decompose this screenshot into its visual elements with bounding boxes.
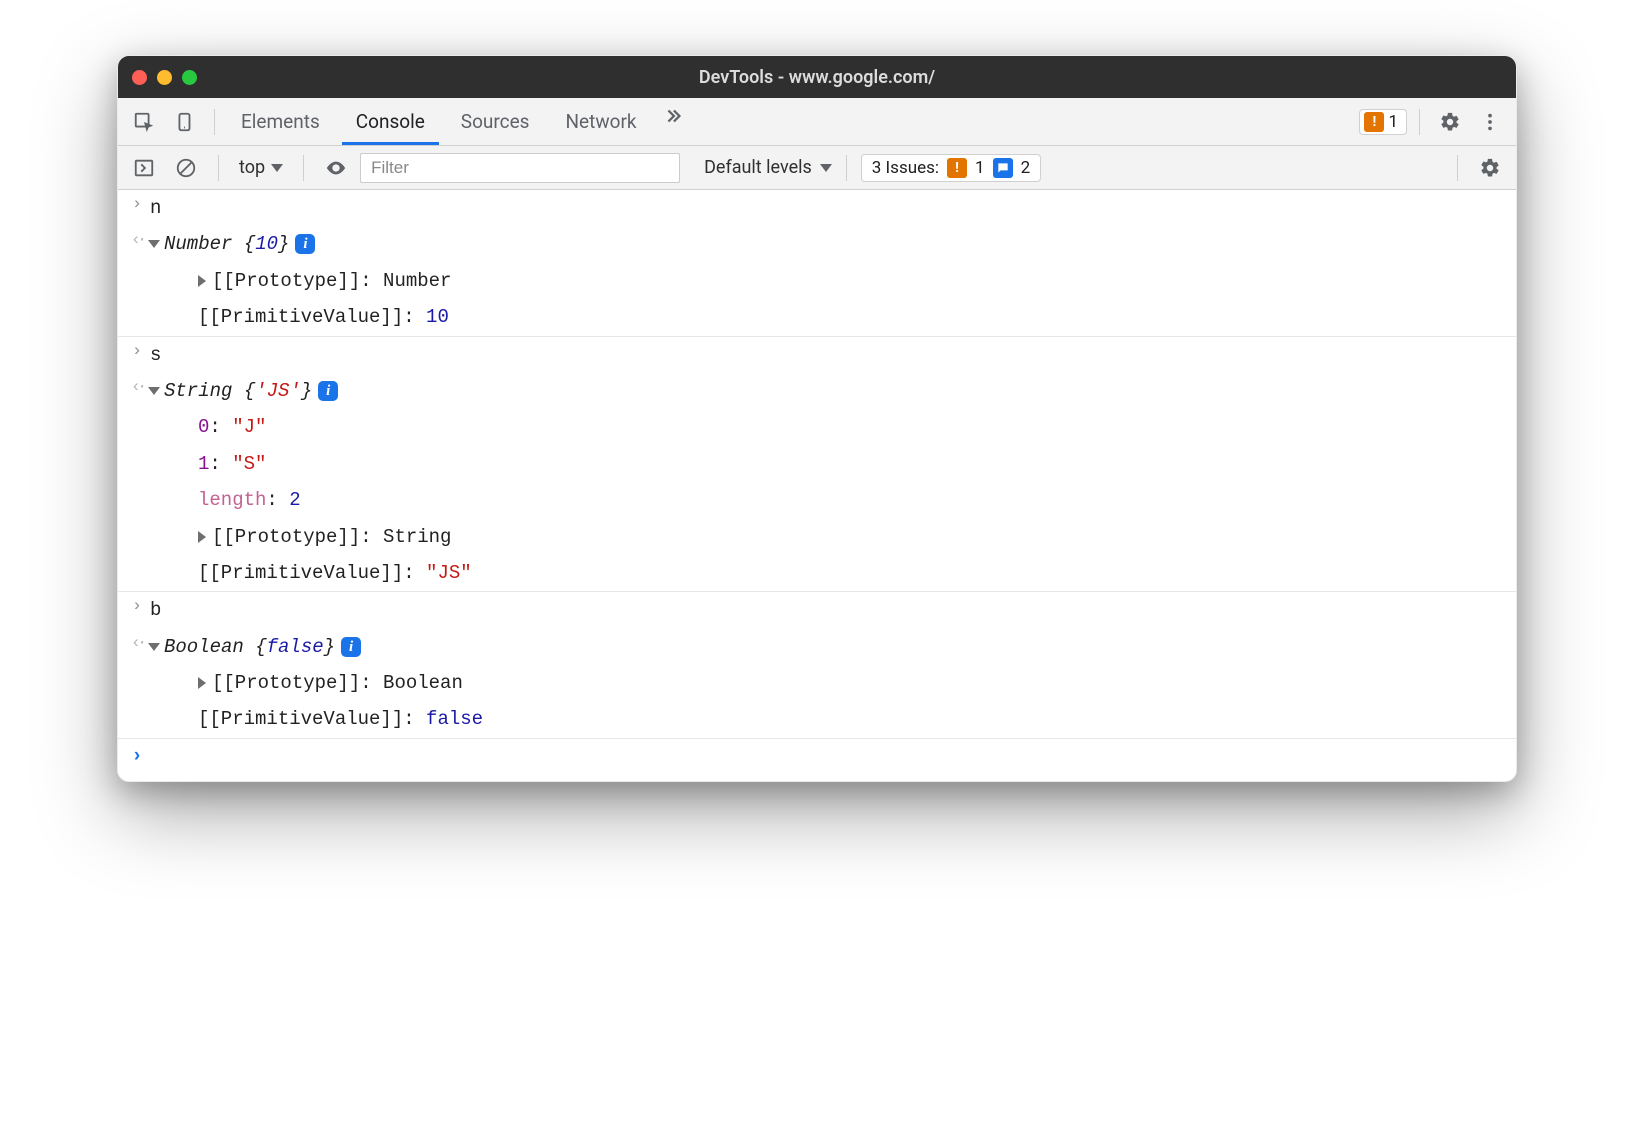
warning-icon: ! [947,158,967,178]
more-tabs-icon[interactable] [655,98,691,134]
disclosure-triangle-icon[interactable] [148,240,160,248]
object-summary[interactable]: Boolean {false}i [150,632,1516,662]
console-output[interactable]: nNumber {10}i[[Prototype]]: Number[[Prim… [118,190,1516,781]
tab-sources[interactable]: Sources [443,98,548,145]
info-badge-icon[interactable]: i [341,637,361,657]
close-window-button[interactable] [132,70,147,85]
issues-warn-count: 1 [975,158,985,178]
toggle-console-sidebar-icon[interactable] [126,150,162,186]
object-property-row[interactable]: [[Prototype]]: String [118,519,1516,555]
console-prompt[interactable]: › [118,739,1516,777]
console-group: sString {'JS'}i0: "J"1: "S"length: 2[[Pr… [118,337,1516,593]
console-output-row[interactable]: Boolean {false}i [118,629,1516,665]
output-marker-icon [131,634,143,653]
divider [214,109,215,135]
traffic-lights [132,70,197,85]
divider [1457,155,1458,181]
console-input-row[interactable]: b [118,592,1516,628]
issues-info-count: 2 [1021,158,1031,178]
warning-icon: ! [1364,112,1384,132]
caret-down-icon [820,164,832,172]
object-summary[interactable]: Number {10}i [150,229,1516,259]
console-input-text: b [150,595,1516,625]
console-settings-icon[interactable] [1472,150,1508,186]
tab-console[interactable]: Console [338,98,443,145]
more-options-icon[interactable] [1472,104,1508,140]
input-marker-icon [132,597,142,616]
console-group: b Boolean {false}i[[Prototype]]: Boolean[… [118,592,1516,739]
execution-context-label: top [239,157,265,178]
issues-label: 3 Issues: [872,158,939,178]
console-group: n Number {10}i [[Prototype]]: Number[[Prim… [118,190,1516,337]
execution-context-select[interactable]: top [233,157,289,178]
zoom-window-button[interactable] [182,70,197,85]
output-marker-icon [131,231,143,250]
disclosure-triangle-icon[interactable] [148,387,160,395]
caret-down-icon [271,164,283,172]
divider [303,155,304,181]
object-property-row[interactable]: [[PrimitiveValue]]: "JS" [118,555,1516,591]
input-marker-icon [132,342,142,361]
object-property-row[interactable]: [[Prototype]]: Number [118,263,1516,299]
console-input-text: n [150,193,1516,223]
devtools-window: DevTools - www.google.com/ Elements Cons… [117,55,1517,782]
console-output-row[interactable]: String {'JS'}i [118,373,1516,409]
console-toolbar: top Default levels 3 Issues: ! 1 2 [118,146,1516,190]
clear-console-icon[interactable] [168,150,204,186]
log-levels-select[interactable]: Default levels [704,157,832,178]
log-levels-label: Default levels [704,157,812,178]
panel-tabs-bar: Elements Console Sources Network ! 1 [118,98,1516,146]
object-property-row[interactable]: length: 2 [118,482,1516,518]
object-property-row[interactable]: [[Prototype]]: Boolean [118,665,1516,701]
tab-elements[interactable]: Elements [223,98,338,145]
warnings-count: 1 [1388,112,1398,132]
window-title: DevTools - www.google.com/ [118,67,1516,88]
filter-input[interactable] [360,153,680,183]
info-icon [993,158,1013,178]
disclosure-triangle-icon[interactable] [198,275,206,287]
object-property-row[interactable]: [[PrimitiveValue]]: 10 [118,299,1516,335]
titlebar: DevTools - www.google.com/ [118,56,1516,98]
live-expression-icon[interactable] [318,150,354,186]
tab-network[interactable]: Network [547,98,654,145]
panel-tabs: Elements Console Sources Network [223,98,691,145]
issues-chip[interactable]: 3 Issues: ! 1 2 [861,154,1041,182]
minimize-window-button[interactable] [157,70,172,85]
console-input-row[interactable]: s [118,337,1516,373]
object-property-row[interactable]: 1: "S" [118,446,1516,482]
divider [218,155,219,181]
object-property-row[interactable]: [[PrimitiveValue]]: false [118,701,1516,737]
console-input-text: s [150,340,1516,370]
info-badge-icon[interactable]: i [295,234,315,254]
prompt-icon: › [124,745,150,767]
warnings-badge[interactable]: ! 1 [1359,109,1407,135]
disclosure-triangle-icon[interactable] [148,643,160,651]
output-marker-icon [131,378,143,397]
input-marker-icon [132,195,142,214]
console-input-row[interactable]: n [118,190,1516,226]
info-badge-icon[interactable]: i [318,381,338,401]
settings-icon[interactable] [1432,104,1468,140]
disclosure-triangle-icon[interactable] [198,531,206,543]
inspect-element-icon[interactable] [126,104,162,140]
disclosure-triangle-icon[interactable] [198,677,206,689]
divider [1419,109,1420,135]
device-toolbar-icon[interactable] [166,104,202,140]
console-output-row[interactable]: Number {10}i [118,226,1516,262]
divider [846,155,847,181]
object-summary[interactable]: String {'JS'}i [150,376,1516,406]
object-property-row[interactable]: 0: "J" [118,409,1516,445]
